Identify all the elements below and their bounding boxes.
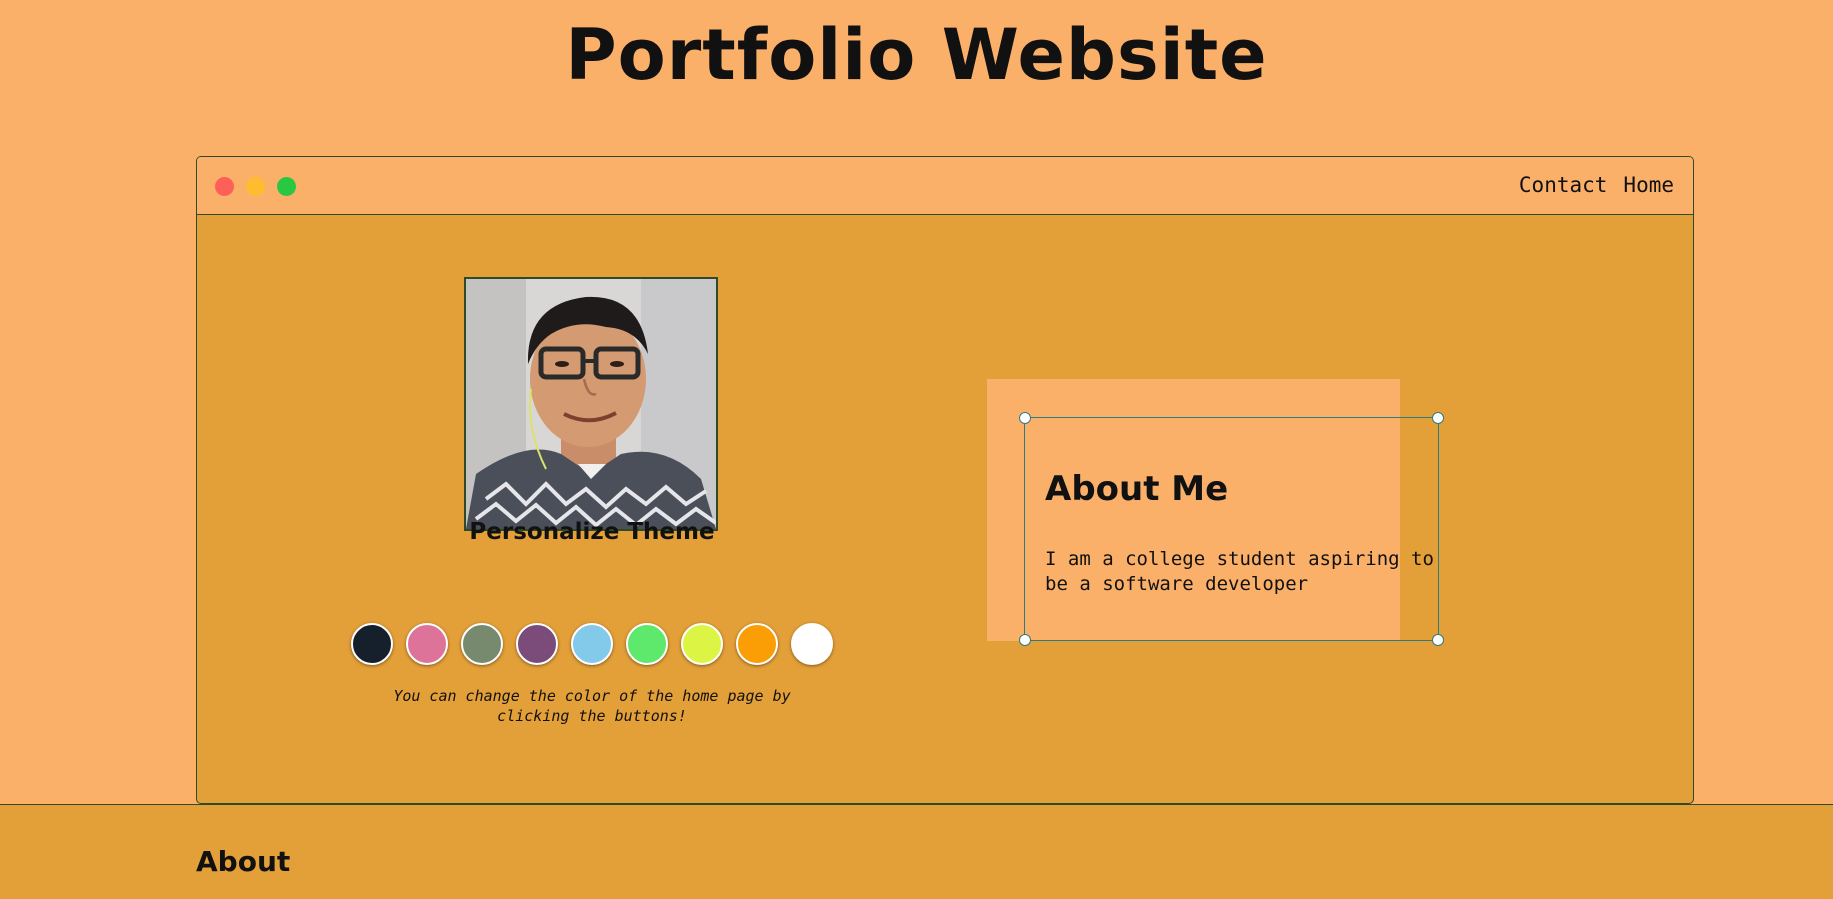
profile-photo-image: [466, 279, 716, 529]
about-card-selection-frame[interactable]: [1019, 412, 1444, 646]
personalize-theme-heading: Personalize Theme: [469, 519, 715, 545]
resize-handle-top-right[interactable]: [1432, 412, 1444, 424]
about-me-heading: About Me: [1045, 469, 1229, 509]
resize-handle-bottom-right[interactable]: [1432, 634, 1444, 646]
resize-handle-top-left[interactable]: [1019, 412, 1031, 424]
page-title: Portfolio Website: [565, 14, 1268, 96]
theme-swatch-pink[interactable]: [406, 623, 448, 665]
resize-handle-bottom-left[interactable]: [1019, 634, 1031, 646]
about-me-text: I am a college student aspiring to be a …: [1045, 548, 1434, 595]
theme-swatches: [351, 623, 833, 665]
nav-contact-link[interactable]: Contact: [1519, 173, 1608, 197]
theme-swatch-purple[interactable]: [516, 623, 558, 665]
theme-swatch-orange[interactable]: [736, 623, 778, 665]
window-titlebar: Contact Home: [197, 157, 1693, 215]
theme-swatch-navy[interactable]: [351, 623, 393, 665]
theme-swatch-sky-blue[interactable]: [571, 623, 613, 665]
minimize-dot[interactable]: [246, 177, 265, 196]
maximize-dot[interactable]: [277, 177, 296, 196]
theme-swatch-white[interactable]: [791, 623, 833, 665]
browser-window: Contact Home Personalize Theme You can c…: [196, 156, 1694, 804]
about-section-heading: About: [196, 845, 291, 878]
theme-swatch-sage[interactable]: [461, 623, 503, 665]
theme-hint-text: You can change the color of the home pag…: [393, 687, 791, 725]
top-nav: Contact Home: [1519, 173, 1674, 197]
profile-photo: [464, 277, 718, 531]
about-section: About: [0, 804, 1833, 899]
nav-home-link[interactable]: Home: [1623, 173, 1674, 197]
theme-swatch-green[interactable]: [626, 623, 668, 665]
theme-swatch-lime[interactable]: [681, 623, 723, 665]
close-dot[interactable]: [215, 177, 234, 196]
